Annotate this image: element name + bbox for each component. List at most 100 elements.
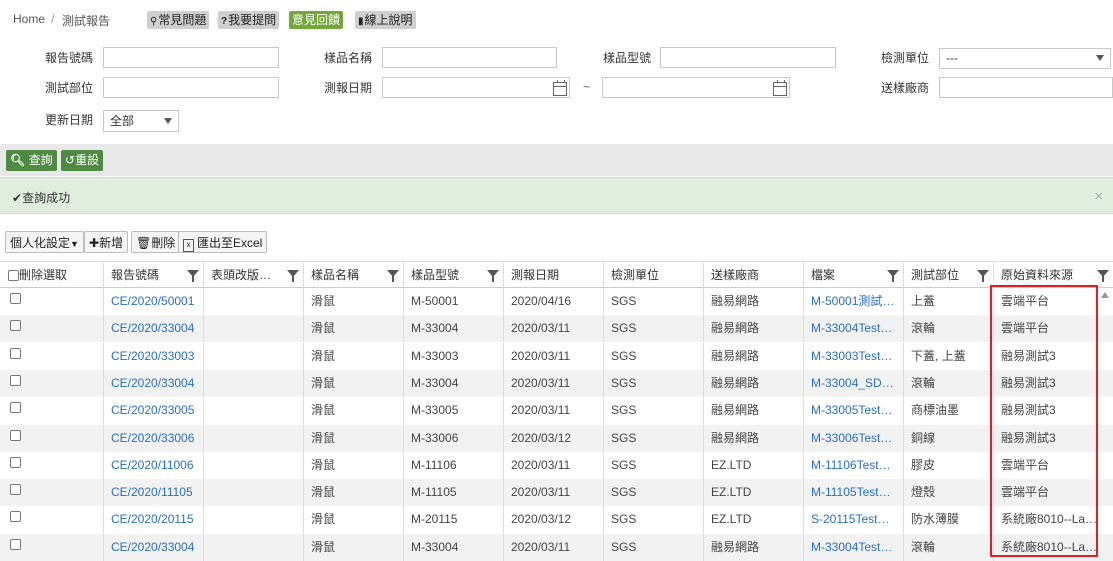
column-header-test-part[interactable]: 測試部位 [903,262,993,288]
report-date-label: 測報日期 [324,81,373,95]
calendar-icon[interactable] [773,80,787,96]
calendar-icon[interactable] [553,80,567,96]
row-checkbox[interactable] [10,429,21,441]
column-header-label: 報告號碼 [111,268,160,282]
cell-file[interactable]: M-33006Test… [803,424,903,452]
column-header-report-date[interactable]: 測報日期 [503,262,603,288]
column-header-sample-model[interactable]: 樣品型號 [403,262,503,288]
column-header-source[interactable]: 原始資料來源 [993,262,1113,288]
personalize-button[interactable]: 個人化設定▼ [5,231,84,253]
filter-icon[interactable] [1097,270,1109,282]
cell-header-rev [203,451,303,479]
cell-test-part: 燈殼 [903,479,993,507]
report-no-input[interactable] [103,47,279,68]
table-row[interactable]: CE/2020/33006 滑鼠 M-33006 2020/03/12 SGS 融易網路 M… [0,424,1113,452]
select-all-checkbox[interactable] [8,270,19,281]
cell-file[interactable]: M-33004Test… [803,533,903,561]
cell-file[interactable]: M-33003Test… [803,342,903,370]
row-checkbox[interactable] [10,538,21,550]
row-checkbox[interactable] [10,456,21,468]
question-icon: ? [221,16,228,27]
cell-report-no[interactable]: CE/2020/33004 [103,533,203,561]
reset-button[interactable]: ↺重設 [61,150,104,171]
filter-icon[interactable] [887,270,899,282]
column-header-label: 表頭改版… [211,268,272,282]
vendor-input[interactable] [939,77,1113,98]
delete-button[interactable]: 🗑︎刪除 [131,231,181,253]
scroll-up-icon[interactable] [1101,292,1109,298]
cell-file[interactable]: M-50001測試… [803,288,903,315]
row-checkbox[interactable] [10,374,21,386]
row-checkbox[interactable] [10,402,21,414]
row-checkbox[interactable] [10,484,21,496]
column-header-vendor[interactable]: 送樣廠商 [703,262,803,288]
cell-file[interactable]: M-33004Test… [803,315,903,343]
filter-icon[interactable] [287,270,299,282]
cell-file[interactable]: M-11105Test… [803,479,903,507]
report-date-from-input[interactable] [382,77,570,98]
table-row[interactable]: CE/2020/33004 滑鼠 M-33004 2020/03/11 SGS 融易網路 M… [0,315,1113,343]
add-button[interactable]: ✚新增 [84,231,129,253]
table-row[interactable]: CE/2020/33005 滑鼠 M-33005 2020/03/11 SGS 融易網路 M… [0,397,1113,425]
column-header-header-rev[interactable]: 表頭改版… [203,262,303,288]
filter-icon[interactable] [977,270,989,282]
cell-report-no[interactable]: CE/2020/33003 [103,342,203,370]
report-date-to-input[interactable] [602,77,790,98]
export-excel-button[interactable]: x 匯出至Excel [178,231,268,253]
cell-file[interactable]: M-33005Test… [803,397,903,425]
filter-icon[interactable] [187,270,199,282]
table-row[interactable]: CE/2020/11105 滑鼠 M-11105 2020/03/11 SGS EZ.LT… [0,479,1113,507]
breadcrumb-current: 測試報告 [62,14,111,28]
column-header-file[interactable]: 檔案 [803,262,903,288]
filter-icon[interactable] [487,270,499,282]
column-header-report-no[interactable]: 報告號碼 [103,262,203,288]
cell-report-no[interactable]: CE/2020/33005 [103,397,203,425]
sample-model-input[interactable] [660,47,836,68]
test-part-input[interactable] [103,77,279,98]
cell-vendor: 融易網路 [703,397,803,425]
cell-report-no[interactable]: CE/2020/33006 [103,424,203,452]
row-checkbox[interactable] [10,320,21,332]
cell-report-no[interactable]: CE/2020/11105 [103,479,203,507]
ask-question-button[interactable]: ?我要提問 [218,11,280,29]
cell-header-rev [203,397,303,425]
cell-file[interactable]: S-20115Test… [803,506,903,534]
cell-file[interactable]: M-33004_SD… [803,369,903,397]
query-button[interactable]: 🔍︎ 查詢 [6,150,57,171]
cell-header-rev [203,533,303,561]
feedback-button[interactable]: 意見回饋 [289,11,344,29]
sample-name-input[interactable] [382,47,557,68]
cell-test-part: 滾輪 [903,533,993,561]
filter-icon[interactable] [387,270,399,282]
cell-report-no[interactable]: CE/2020/33004 [103,369,203,397]
faq-button[interactable]: ⚲常見問題 [147,11,210,29]
cell-vendor: 融易網路 [703,533,803,561]
cell-report-no[interactable]: CE/2020/11006 [103,451,203,479]
column-header-label: 檔案 [811,268,836,282]
cell-sample-name: 滑鼠 [303,424,403,452]
table-row[interactable]: CE/2020/20115 滑鼠 M-20115 2020/03/12 SGS EZ.LT… [0,506,1113,534]
action-bar [0,144,1113,176]
update-date-select[interactable]: 全部 [103,110,179,132]
table-row[interactable]: CE/2020/33004 滑鼠 M-33004 2020/03/11 SGS 融易網路 M… [0,369,1113,397]
cell-file[interactable]: M-11106Test… [803,451,903,479]
table-row[interactable]: CE/2020/33004 滑鼠 M-33004 2020/03/11 SGS 融易網路 M… [0,533,1113,561]
online-help-button[interactable]: ▮線上說明 [355,11,416,29]
column-header-test-unit[interactable]: 檢測單位 [603,262,703,288]
table-row[interactable]: CE/2020/50001 滑鼠 M-50001 2020/04/16 SGS 融易網路 M… [0,288,1113,315]
column-header-delete-select[interactable]: 刪除選取 [0,262,103,288]
cell-report-no[interactable]: CE/2020/50001 [103,288,203,315]
column-header-sample-name[interactable]: 樣品名稱 [303,262,403,288]
row-checkbox[interactable] [10,511,21,523]
breadcrumb-home[interactable]: Home [13,12,45,26]
table-row[interactable]: CE/2020/33003 滑鼠 M-33003 2020/03/11 SGS 融易網路 M… [0,342,1113,370]
table-row[interactable]: CE/2020/11006 滑鼠 M-11106 2020/03/11 SGS EZ.LT… [0,451,1113,479]
cell-report-no[interactable]: CE/2020/20115 [103,506,203,534]
test-unit-select[interactable]: --- [939,48,1111,69]
close-icon[interactable]: × [1094,188,1103,205]
cell-report-no[interactable]: CE/2020/33004 [103,315,203,343]
row-checkbox[interactable] [10,347,21,359]
row-checkbox[interactable] [10,293,21,304]
sample-name-label: 樣品名稱 [324,51,373,65]
cell-report-date: 2020/03/11 [503,533,603,561]
